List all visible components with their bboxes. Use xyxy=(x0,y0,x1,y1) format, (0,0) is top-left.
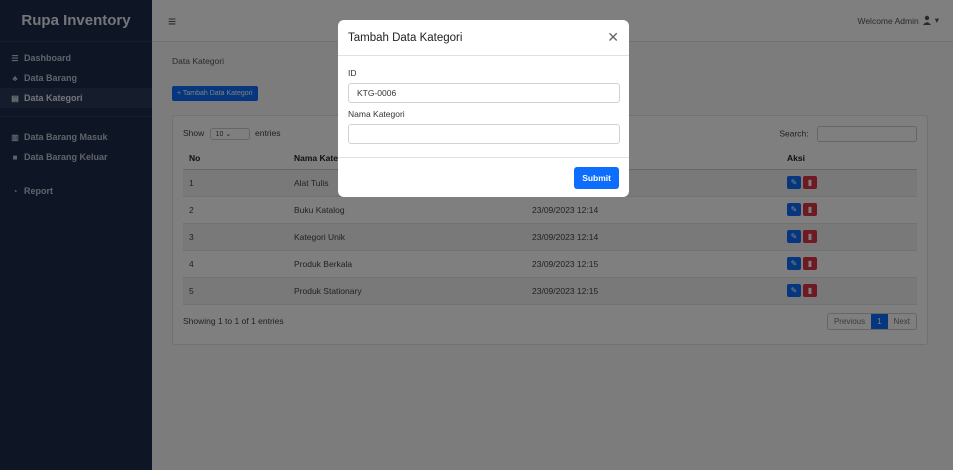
submit-button[interactable]: Submit xyxy=(574,167,619,189)
nama-kategori-field[interactable] xyxy=(348,124,620,144)
modal-body: ID KTG-0006 Nama Kategori xyxy=(338,56,629,158)
close-icon[interactable]: ✕ xyxy=(607,29,619,46)
id-field[interactable]: KTG-0006 xyxy=(348,83,620,103)
add-category-modal: Tambah Data Kategori ✕ ID KTG-0006 Nama … xyxy=(338,20,629,197)
modal-header: Tambah Data Kategori ✕ xyxy=(338,20,629,56)
id-label: ID xyxy=(348,68,357,78)
modal-footer: Submit xyxy=(338,158,629,198)
modal-title: Tambah Data Kategori xyxy=(348,31,463,44)
nama-kategori-label: Nama Kategori xyxy=(348,109,405,119)
